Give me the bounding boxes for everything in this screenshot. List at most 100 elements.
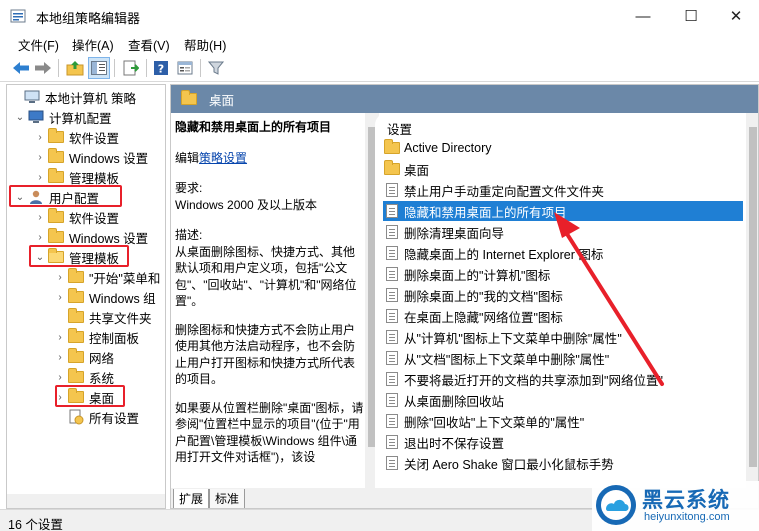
setting-icon: [383, 413, 401, 429]
description-paragraph-1: 从桌面删除图标、快捷方式、其他默认项和用户定义项，包括"公文包"、"回收站"、"…: [175, 244, 357, 309]
folder-icon: [67, 308, 85, 325]
chevron-right-icon[interactable]: ›: [33, 172, 47, 183]
red-arrow-annotation: [554, 212, 664, 386]
folder-icon: [383, 139, 401, 156]
menu-bar: 文件(F) 操作(A) 查看(V) 帮助(H): [0, 32, 759, 54]
edit-policy-link[interactable]: 策略设置: [199, 151, 247, 165]
folder-icon: [47, 148, 65, 165]
maximize-button[interactable]: ☐: [668, 0, 714, 32]
tree-item-user-software-settings[interactable]: › 软件设置: [33, 207, 119, 227]
description-paragraph-2: 删除图标和快捷方式不会防止用户使用其他方法启动程序，也不会防止用户打开图标和快捷…: [175, 322, 356, 387]
tree-item-computer-windows-settings[interactable]: › Windows 设置: [33, 147, 148, 167]
chevron-right-icon[interactable]: ›: [33, 232, 47, 243]
list-item[interactable]: 删除"回收站"上下文菜单的"属性": [383, 411, 743, 431]
policy-title: 隐藏和禁用桌面上的所有项目: [175, 120, 332, 134]
tree-item-all-settings[interactable]: 所有设置: [53, 407, 139, 427]
requirements-label: 要求:: [175, 181, 203, 195]
description-label: 描述:: [175, 228, 203, 242]
menu-action[interactable]: 操作(A): [72, 35, 114, 54]
list-item[interactable]: 退出时不保存设置: [383, 432, 743, 452]
filter-icon[interactable]: [205, 57, 227, 79]
watermark-url: heiyunxitong.com: [644, 511, 730, 523]
tree-horizontal-scrollbar[interactable]: [7, 494, 165, 508]
list-scrollbar[interactable]: [746, 113, 758, 488]
tree-pane[interactable]: 本地计算机 策略 ⌄ 计算机配置 › 软件设置 › Windows 设置 › 管…: [6, 84, 166, 509]
tree-item-local-computer-policy[interactable]: 本地计算机 策略: [9, 87, 136, 107]
folder-icon: [47, 208, 65, 225]
tree-item-computer-admin-templates[interactable]: › 管理模板: [33, 167, 119, 187]
tree-item-control-panel[interactable]: › 控制面板: [53, 327, 139, 347]
list-item[interactable]: 桌面: [383, 159, 743, 179]
list-item[interactable]: Active Directory: [383, 138, 743, 158]
setting-icon: [383, 224, 401, 240]
folder-icon: [181, 90, 197, 105]
minimize-button[interactable]: —: [620, 0, 666, 32]
requirements-value: Windows 2000 及以上版本: [175, 197, 318, 212]
tree-item-start-menu[interactable]: › "开始"菜单和: [53, 267, 160, 287]
tree-item-computer-software-settings[interactable]: › 软件设置: [33, 127, 119, 147]
tree-item-system[interactable]: › 系统: [53, 367, 114, 387]
chevron-right-icon[interactable]: ›: [33, 212, 47, 223]
chevron-right-icon[interactable]: ›: [53, 332, 67, 343]
folder-icon: [67, 268, 85, 285]
export-list-icon[interactable]: [120, 57, 142, 79]
column-header-setting[interactable]: 设置: [387, 119, 412, 138]
folder-icon: [67, 348, 85, 365]
up-folder-icon[interactable]: [64, 57, 86, 79]
list-item[interactable]: 从桌面删除回收站: [383, 390, 743, 410]
setting-icon: [383, 266, 401, 282]
status-text: 16 个设置: [8, 518, 63, 531]
setting-icon: [383, 287, 401, 303]
setting-icon: [383, 455, 401, 471]
chevron-right-icon[interactable]: ›: [53, 372, 67, 383]
cloud-logo-icon: [596, 485, 636, 525]
help-icon[interactable]: ?: [150, 57, 172, 79]
toolbar: ?: [0, 54, 759, 82]
computer-icon: [27, 109, 45, 125]
properties-icon[interactable]: [174, 57, 196, 79]
watermark-name: 黑云系统: [642, 489, 730, 512]
close-button[interactable]: ✕: [713, 0, 759, 32]
chevron-right-icon[interactable]: ›: [53, 352, 67, 363]
computer-policy-icon: [23, 89, 41, 105]
menu-view[interactable]: 查看(V): [128, 35, 170, 54]
list-item[interactable]: 关闭 Aero Shake 窗口最小化鼠标手势: [383, 453, 743, 473]
highlight-admin-templates: [29, 245, 129, 267]
setting-icon: [383, 350, 401, 366]
show-hide-tree-icon[interactable]: [88, 57, 110, 79]
menu-help[interactable]: 帮助(H): [184, 35, 226, 54]
tab-extended[interactable]: 扩展: [173, 489, 210, 508]
tree-item-network[interactable]: › 网络: [53, 347, 114, 367]
tree-item-windows-components[interactable]: › Windows 组: [53, 287, 156, 307]
menu-file[interactable]: 文件(F): [18, 35, 59, 54]
folder-icon: [47, 128, 65, 145]
setting-icon: [383, 392, 401, 408]
details-pane: 桌面 隐藏和禁用桌面上的所有项目 编辑策略设置 要求: Windows 2000…: [170, 84, 759, 509]
setting-icon: [383, 308, 401, 324]
tree-item-shared-folders[interactable]: 共享文件夹: [53, 307, 152, 327]
highlight-user-config: [9, 185, 122, 207]
tree-item-user-windows-settings[interactable]: › Windows 设置: [33, 227, 148, 247]
tree-item-computer-config[interactable]: ⌄ 计算机配置: [13, 107, 112, 127]
back-arrow-icon[interactable]: [10, 57, 32, 79]
folder-icon: [383, 160, 401, 177]
setting-icon: [383, 329, 401, 345]
folder-icon: [67, 368, 85, 385]
chevron-right-icon[interactable]: ›: [33, 152, 47, 163]
chevron-right-icon[interactable]: ›: [53, 272, 67, 283]
chevron-right-icon[interactable]: ›: [53, 292, 67, 303]
chevron-down-icon[interactable]: ⌄: [13, 112, 27, 123]
folder-icon: [47, 168, 65, 185]
chevron-right-icon[interactable]: ›: [33, 132, 47, 143]
list-scroll-thumb[interactable]: [749, 127, 757, 467]
folder-icon: [47, 228, 65, 245]
tab-standard[interactable]: 标准: [209, 489, 246, 508]
svg-text:?: ?: [158, 63, 164, 76]
list-item[interactable]: 禁止用户手动重定向配置文件文件夹: [383, 180, 743, 200]
forward-arrow-icon[interactable]: [32, 57, 54, 79]
folder-icon: [67, 328, 85, 345]
highlight-desktop: [55, 385, 125, 407]
watermark: 黑云系统 heiyunxitong.com: [592, 481, 759, 531]
setting-icon: [383, 434, 401, 450]
setting-icon: [383, 371, 401, 387]
